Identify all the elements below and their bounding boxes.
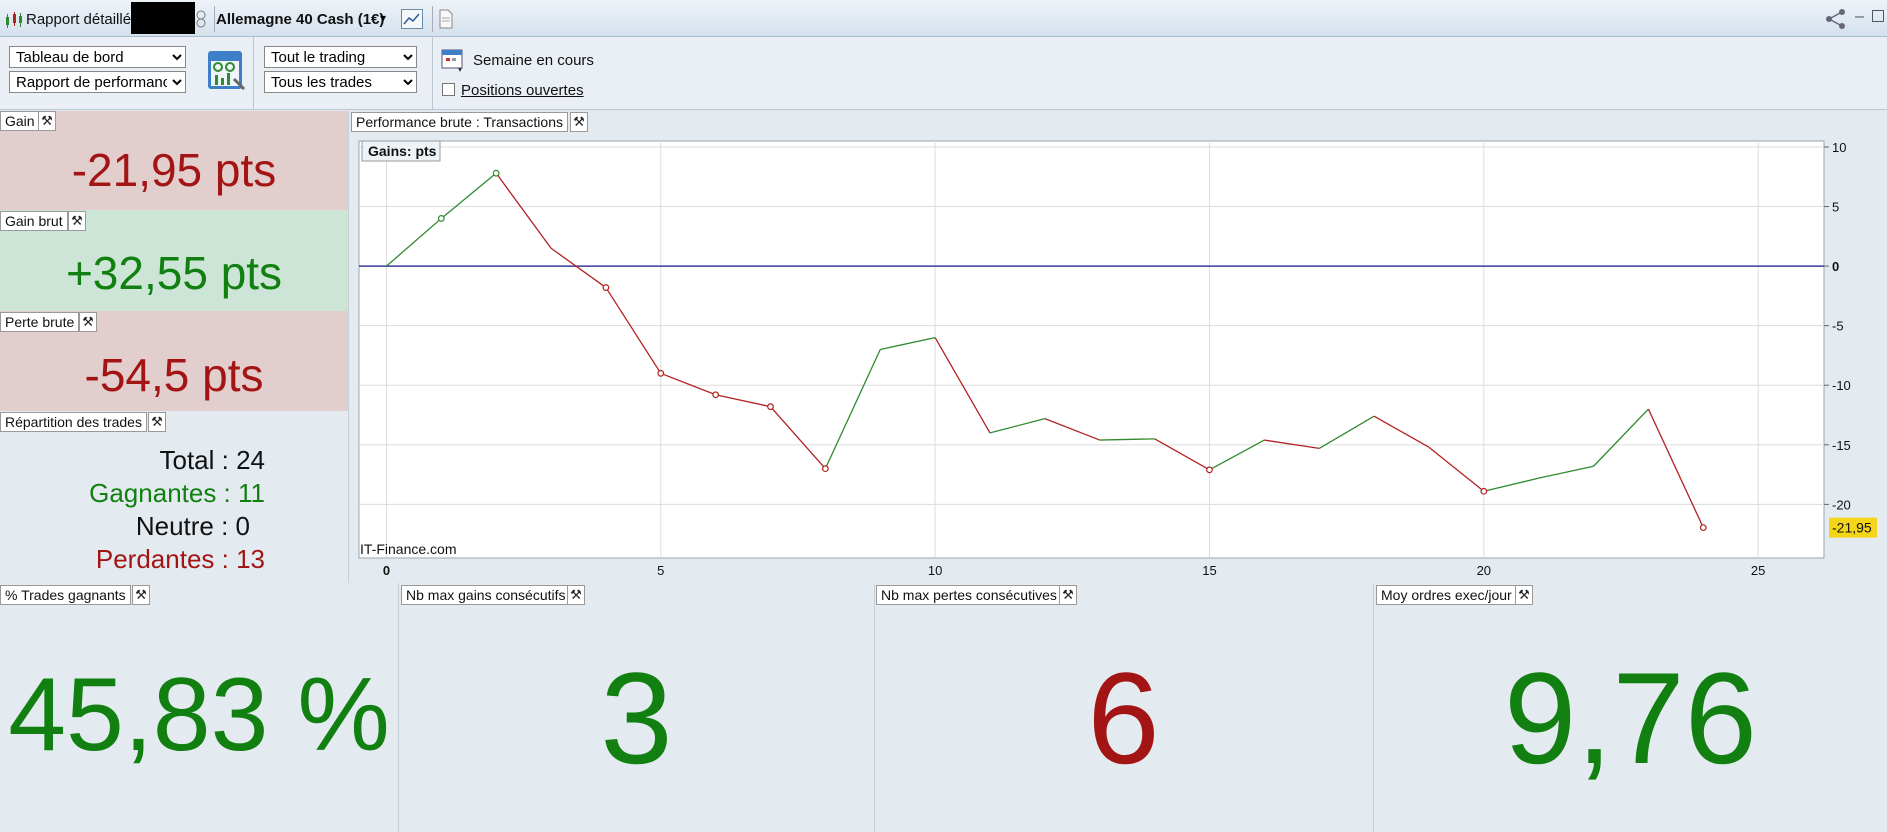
gross-loss-value: -54,5 pts — [84, 349, 264, 401]
x-axis: 0 5 10 15 20 25 — [383, 563, 1766, 578]
kpi-tab-max-consecutive-losses[interactable]: Nb max pertes consécutives — [876, 585, 1062, 605]
x-tick-label: 5 — [657, 563, 664, 578]
losing-trades: Perdantes : 13 — [95, 544, 265, 574]
performance-report-icon[interactable] — [206, 49, 246, 93]
gross-loss-tab[interactable]: Perte brute — [0, 312, 80, 332]
instrument-selector[interactable]: Allemagne 40 Cash (1€) — [216, 11, 384, 28]
wrench-icon[interactable]: ⚒ — [38, 111, 56, 131]
data-point — [821, 465, 829, 473]
data-point — [492, 169, 500, 177]
kpi-value-max-consecutive-gains: 3 — [600, 645, 673, 791]
data-point — [1699, 524, 1707, 532]
data-point — [437, 215, 445, 222]
title-bar: Rapport détaillé Allemagne 40 Cash (1€) … — [0, 0, 1887, 37]
wrench-icon[interactable]: ⚒ — [570, 112, 588, 132]
candlestick-icon — [6, 12, 22, 28]
winning-trades: Gagnantes : 11 — [89, 478, 265, 508]
wrench-icon[interactable]: ⚒ — [68, 211, 86, 231]
trades-filter-select[interactable]: Tous les trades — [264, 71, 417, 93]
wrench-icon[interactable]: ⚒ — [567, 585, 585, 605]
x-tick-label: 25 — [1751, 563, 1765, 578]
y-tick-label: -10 — [1832, 378, 1851, 393]
data-point — [657, 369, 665, 377]
chevron-down-icon[interactable]: ▾ — [380, 11, 386, 25]
y-tick-label: -5 — [1832, 319, 1844, 334]
period-label[interactable]: Semaine en cours — [473, 52, 594, 69]
last-value-label: -21,95 — [1832, 520, 1872, 536]
x-tick-label: 20 — [1477, 563, 1491, 578]
y-tick-label: -15 — [1832, 438, 1851, 453]
kpi-tab-win-rate[interactable]: % Trades gagnants — [0, 585, 131, 605]
x-tick-label: 0 — [383, 563, 390, 578]
calendar-icon[interactable] — [441, 48, 467, 72]
wrench-icon[interactable]: ⚒ — [79, 312, 97, 332]
kpi-row: % Trades gagnants ⚒ 45,83 % Nb max gains… — [0, 583, 1887, 832]
kpi-value-win-rate: 45,83 % — [8, 657, 390, 773]
redacted-account — [131, 2, 195, 34]
open-positions-checkbox[interactable] — [442, 83, 455, 96]
restore-icon[interactable] — [1872, 10, 1884, 22]
trade-distribution-tab[interactable]: Répartition des trades — [0, 412, 147, 432]
wrench-icon[interactable]: ⚒ — [132, 585, 150, 605]
open-positions-label[interactable]: Positions ouvertes — [461, 82, 584, 99]
kpi-tab-max-consecutive-gains[interactable]: Nb max gains consécutifs — [401, 585, 571, 605]
gain-tab[interactable]: Gain — [0, 111, 40, 131]
gain-value: -21,95 pts — [71, 144, 277, 196]
gross-loss-panel: Perte brute ⚒ -54,5 pts — [0, 311, 348, 411]
y-tick-label: 10 — [1832, 140, 1846, 155]
data-point — [1206, 466, 1213, 474]
total-trades: Total : 24 — [159, 445, 265, 475]
x-tick-label: 15 — [1202, 563, 1216, 578]
share-icon[interactable] — [1824, 8, 1848, 30]
view-select[interactable]: Tableau de bord — [9, 46, 186, 68]
watermark: IT-Finance.com — [360, 541, 456, 557]
wrench-icon[interactable]: ⚒ — [1515, 585, 1533, 605]
kpi-value-avg-orders-per-day: 9,76 — [1503, 645, 1758, 791]
x-tick-label: 10 — [928, 563, 942, 578]
wrench-icon[interactable]: ⚒ — [148, 412, 166, 432]
link-icon[interactable] — [195, 10, 207, 28]
y-tick-label: -20 — [1832, 497, 1851, 512]
data-point — [602, 284, 610, 291]
wrench-icon[interactable]: ⚒ — [1059, 585, 1077, 605]
neutral-trades: Neutre : 0 — [135, 511, 250, 541]
data-point — [767, 403, 774, 411]
plot-area — [358, 140, 1825, 559]
kpi-value-max-consecutive-losses: 6 — [1087, 645, 1160, 791]
y-tick-label: 5 — [1832, 200, 1839, 215]
toolbar: Tableau de bord Rapport de performance T… — [0, 37, 1887, 110]
document-icon[interactable] — [438, 9, 454, 29]
gross-gain-tab[interactable]: Gain brut — [0, 211, 68, 231]
gain-panel: Gain ⚒ -21,95 pts — [0, 111, 348, 210]
kpi-tab-avg-orders-per-day[interactable]: Moy ordres exec/jour — [1376, 585, 1517, 605]
performance-chart[interactable]: 10 5 0 -5 -10 -15 -20 0 5 10 15 20 25 Gains: pts IT… — [358, 140, 1887, 580]
trading-filter-select[interactable]: Tout le trading — [264, 46, 417, 68]
y-axis: 10 5 0 -5 -10 -15 -20 — [1824, 140, 1851, 512]
chart-type-icon[interactable] — [401, 9, 423, 29]
chart-panel-tab[interactable]: Performance brute : Transactions — [351, 112, 568, 132]
gross-gain-panel: Gain brut ⚒ +32,55 pts — [0, 210, 348, 311]
data-point — [1480, 487, 1488, 495]
report-select[interactable]: Rapport de performance — [9, 71, 186, 93]
data-point — [712, 391, 720, 399]
trade-distribution-panel: Répartition des trades ⚒ Total : 24 Gagn… — [0, 411, 348, 583]
minimize-icon[interactable]: – — [1855, 8, 1864, 26]
y-tick-label: 0 — [1832, 259, 1839, 274]
gross-gain-value: +32,55 pts — [65, 247, 283, 299]
window-title: Rapport détaillé — [26, 11, 132, 28]
chart-title: Gains: pts — [368, 143, 437, 159]
